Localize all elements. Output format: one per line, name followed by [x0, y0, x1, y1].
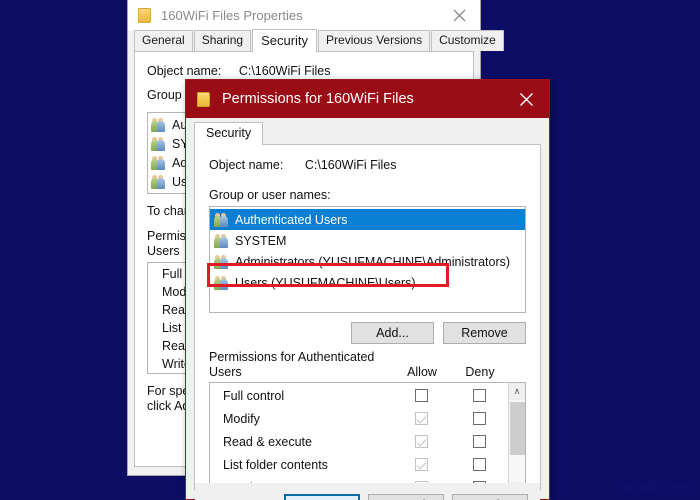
- permissions-group-list[interactable]: Authenticated Users SYSTEM Administrator…: [209, 206, 526, 313]
- properties-object-name-row: Object name: C:\160WiFi Files: [147, 64, 461, 78]
- ok-button[interactable]: OK: [284, 494, 360, 500]
- deny-column-header: Deny: [465, 365, 495, 379]
- users-icon: [151, 117, 167, 132]
- deny-checkbox[interactable]: [472, 435, 486, 448]
- properties-titlebar[interactable]: 160WiFi Files Properties: [128, 0, 480, 31]
- table-row-list-folder-contents[interactable]: List folder contents: [210, 453, 508, 476]
- folder-icon: [197, 91, 210, 107]
- tab-previous-versions[interactable]: Previous Versions: [318, 30, 431, 51]
- tab-general[interactable]: General: [134, 30, 193, 51]
- list-item-label: Authenticated Users: [235, 212, 348, 227]
- deny-cell[interactable]: [450, 435, 508, 448]
- permissions-security-panel: Object name: C:\160WiFi Files Group or u…: [194, 145, 541, 500]
- deny-cell[interactable]: [450, 389, 508, 402]
- tab-security[interactable]: Security: [194, 122, 264, 145]
- tab-security[interactable]: Security: [252, 29, 318, 52]
- users-icon: [214, 254, 230, 269]
- add-button[interactable]: Add...: [351, 322, 434, 344]
- object-name-value: C:\160WiFi Files: [304, 158, 397, 172]
- permissions-footer-buttons: OK Cancel Apply: [195, 483, 540, 500]
- users-icon: [151, 136, 167, 151]
- permissions-table-scrollbar[interactable]: ∧ ∨: [508, 383, 525, 499]
- permissions-titlebar[interactable]: Permissions for 160WiFi Files: [186, 80, 549, 118]
- permission-label: Read & execute: [223, 434, 312, 449]
- users-icon: [214, 275, 230, 290]
- permissions-for-label: Permissions for Authenticated Users: [209, 350, 393, 380]
- users-icon: [151, 174, 167, 189]
- chevron-up-icon[interactable]: ∧: [509, 383, 526, 400]
- users-icon: [151, 155, 167, 170]
- folder-icon: [138, 8, 151, 23]
- deny-cell[interactable]: [450, 412, 508, 425]
- object-name-label: Object name:: [209, 158, 284, 172]
- object-name-value: C:\160WiFi Files: [238, 64, 331, 78]
- deny-cell[interactable]: [450, 458, 508, 471]
- allow-checkbox: [414, 412, 428, 425]
- permission-label: List folder contents: [223, 457, 328, 472]
- properties-tab-bar[interactable]: General Sharing Security Previous Versio…: [134, 29, 504, 52]
- permissions-button-row: Add... Remove: [209, 322, 526, 344]
- permission-label: Full control: [223, 388, 285, 403]
- cancel-button[interactable]: Cancel: [368, 494, 444, 500]
- object-name-label: Object name:: [147, 64, 222, 78]
- permissions-group-label: Group or user names:: [209, 188, 331, 202]
- table-row-read-execute[interactable]: Read & execute: [210, 430, 508, 453]
- list-item-authenticated-users[interactable]: Authenticated Users: [210, 209, 525, 230]
- scrollbar-track[interactable]: [508, 400, 525, 482]
- list-item-label: SYSTEM: [235, 233, 287, 248]
- table-row-modify[interactable]: Modify: [210, 407, 508, 430]
- scrollbar-thumb[interactable]: [509, 402, 525, 455]
- permissions-table-header: Permissions for Authenticated Users Allo…: [209, 350, 526, 380]
- permissions-for-line2: Users: [209, 365, 242, 379]
- allow-cell[interactable]: [392, 389, 450, 402]
- permissions-tab-bar[interactable]: Security: [194, 122, 541, 145]
- desktop-background: 160WiFi Files Properties General Sharing…: [0, 0, 700, 500]
- permissions-dialog-title: Permissions for 160WiFi Files: [222, 91, 414, 107]
- close-icon[interactable]: [438, 0, 480, 31]
- users-icon: [214, 212, 230, 227]
- permissions-object-name-row: Object name: C:\160WiFi Files: [209, 158, 526, 172]
- permissions-table-rows: Full control Modify Read & execute List …: [210, 383, 508, 499]
- allow-checkbox: [414, 435, 428, 448]
- deny-checkbox[interactable]: [472, 458, 486, 471]
- tab-customize[interactable]: Customize: [431, 30, 504, 51]
- allow-cell: [392, 435, 450, 448]
- allow-cell: [392, 458, 450, 471]
- list-item-administrators[interactable]: Administrators (YUSUFMACHINE\Administrat…: [210, 251, 525, 272]
- list-item-system[interactable]: SYSTEM: [210, 230, 525, 251]
- permissions-for-line1: Permissions for Authenticated: [209, 350, 375, 364]
- list-item-users[interactable]: Users (YUSUFMACHINE\Users): [210, 272, 525, 293]
- permissions-dialog[interactable]: Permissions for 160WiFi Files Security O…: [185, 79, 550, 500]
- close-icon[interactable]: [503, 80, 549, 118]
- list-item-label: Users (YUSUFMACHINE\Users): [235, 275, 416, 290]
- properties-window-title: 160WiFi Files Properties: [161, 8, 303, 23]
- list-item-label: Administrators (YUSUFMACHINE\Administrat…: [235, 254, 511, 269]
- deny-checkbox[interactable]: [472, 412, 486, 425]
- users-icon: [214, 233, 230, 248]
- table-row-full-control[interactable]: Full control: [210, 384, 508, 407]
- tab-sharing[interactable]: Sharing: [193, 30, 252, 51]
- allow-cell: [392, 412, 450, 425]
- watermark: wsxdn.com: [622, 479, 692, 494]
- allow-column-header: Allow: [407, 365, 437, 379]
- allow-checkbox[interactable]: [414, 389, 428, 402]
- allow-checkbox: [414, 458, 428, 471]
- permission-label: Modify: [223, 411, 260, 426]
- deny-checkbox[interactable]: [472, 389, 486, 402]
- apply-button[interactable]: Apply: [452, 494, 528, 500]
- remove-button[interactable]: Remove: [443, 322, 526, 344]
